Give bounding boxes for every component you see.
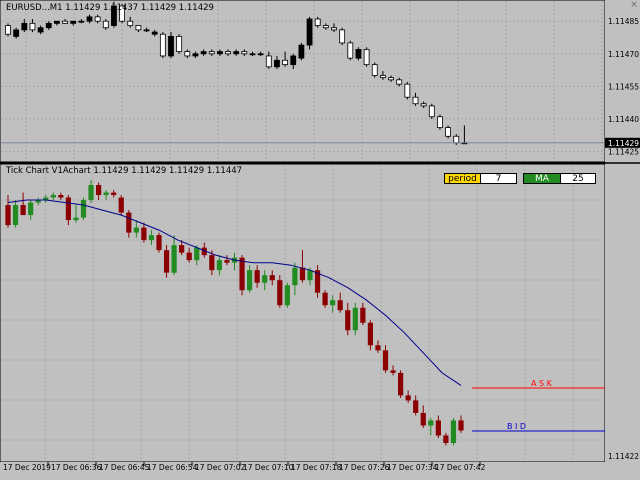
time-label: 17 Dec 07:10	[243, 463, 294, 472]
main-chart-pane[interactable]	[0, 0, 606, 163]
time-label: 17 Dec 07:42	[435, 463, 486, 472]
current-price-text: 1.11429	[608, 139, 639, 148]
tick-candle	[322, 290, 328, 308]
tick-price-scale[interactable]	[605, 164, 640, 462]
main-price-label: 1.11470	[608, 50, 639, 59]
close-icon[interactable]: ×	[630, 1, 638, 10]
tick-chart-title: Tick Chart V1Achart 1.11429 1.11429 1.11…	[6, 166, 243, 176]
ask-label: A S K	[531, 379, 553, 388]
main-price-label: 1.11425	[608, 147, 639, 156]
main-chart-title: EURUSD...M1 1.11429 1.11437 1.11429 1.11…	[6, 3, 214, 13]
tick-candle	[80, 197, 87, 221]
main-candle	[176, 34, 183, 54]
main-candle	[5, 23, 11, 37]
main-candle	[355, 47, 362, 61]
main-candle	[363, 47, 370, 67]
bid-label: B I D	[507, 422, 526, 431]
tick-candle	[398, 370, 404, 398]
tick-candle	[156, 232, 162, 253]
time-label: 17 Dec 2019	[3, 463, 51, 472]
time-label: 17 Dec 06:36	[51, 463, 102, 472]
main-candle	[339, 27, 346, 46]
time-label: 17 Dec 07:18	[291, 463, 342, 472]
main-candle	[371, 62, 378, 78]
main-price-label: 1.11440	[608, 115, 639, 124]
main-candle	[298, 42, 305, 61]
main-candle	[159, 32, 166, 59]
tick-price-label: 1.11422	[608, 452, 639, 461]
main-candle	[428, 103, 435, 119]
main-candle	[347, 40, 354, 61]
ma-input[interactable]: 25	[560, 173, 596, 184]
charts-canvas: 1.114851.114701.114551.114401.114251.114…	[0, 0, 640, 480]
time-label: 17 Dec 07:34	[387, 463, 438, 472]
period-input[interactable]: 7	[480, 173, 517, 184]
tick-candle	[118, 195, 124, 216]
time-label: 17 Dec 06:54	[147, 463, 198, 472]
time-label: 17 Dec 07:02	[195, 463, 246, 472]
period-label: period	[444, 173, 481, 184]
main-candle	[437, 114, 443, 130]
tick-chart-pane[interactable]	[0, 163, 606, 463]
tick-candle	[450, 417, 457, 446]
ma-label: MA	[523, 173, 561, 184]
main-price-label: 1.11455	[608, 82, 639, 91]
time-label: 17 Dec 07:26	[339, 463, 390, 472]
main-price-label: 1.11485	[608, 17, 639, 26]
main-candle	[445, 125, 452, 139]
trading-terminal: 1.11485 1.11470 1.11455 1.11440 1.11425 1.114…	[0, 0, 640, 480]
time-label: 17 Dec 06:45	[99, 463, 150, 472]
tick-candle	[284, 282, 290, 308]
main-candle	[404, 82, 411, 100]
main-candle	[306, 16, 313, 50]
time-labels: 17 Dec 2019 17 Dec 06:3617 Dec 06:4517 De…	[3, 462, 486, 472]
